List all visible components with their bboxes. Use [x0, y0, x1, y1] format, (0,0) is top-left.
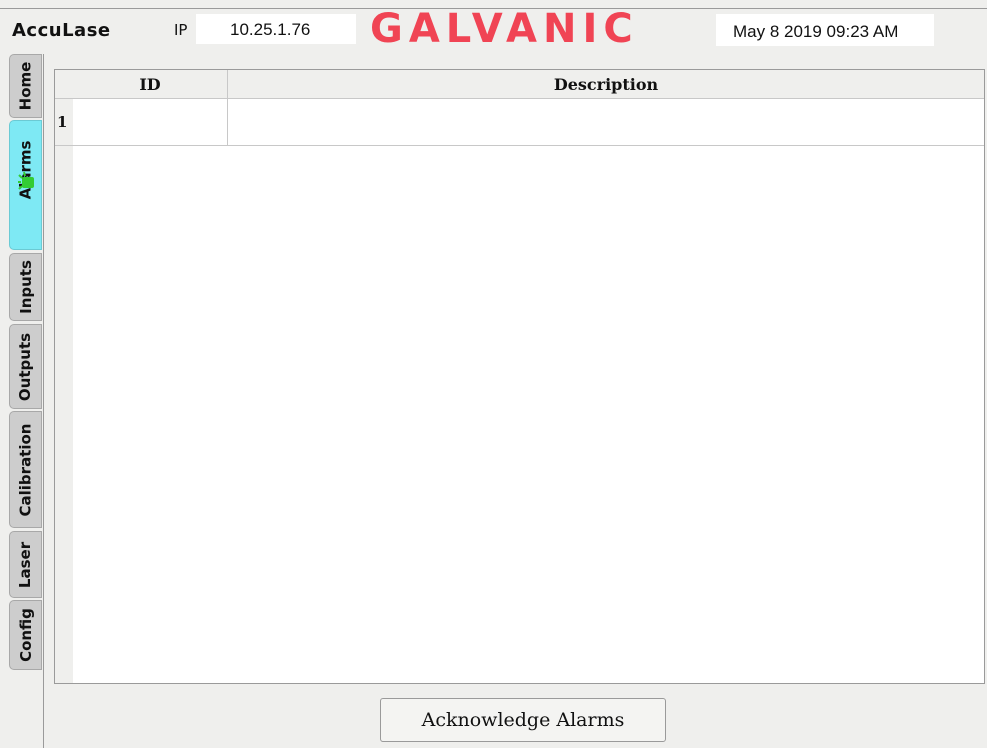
tab-rail-border [43, 54, 44, 748]
tab-home[interactable]: Home [9, 54, 42, 118]
tab-home-label: Home [16, 61, 35, 111]
tab-calibration-label: Calibration [16, 423, 35, 516]
brand-logo: GALVANIC [370, 6, 639, 52]
table-corner [55, 70, 73, 99]
table-cell-id[interactable] [73, 99, 228, 146]
alarms-table: ID Description 1 [54, 69, 985, 684]
tab-config-label: Config [16, 608, 35, 662]
app-name: AccuLase [12, 20, 111, 41]
tab-calibration[interactable]: Calibration [9, 411, 42, 528]
tab-laser-label: Laser [16, 541, 35, 588]
row-header-column [55, 70, 73, 683]
header-bar: AccuLase IP 10.25.1.76 GALVANIC May 8 20… [0, 0, 987, 52]
tab-laser[interactable]: Laser [9, 531, 42, 598]
acknowledge-alarms-button[interactable]: Acknowledge Alarms [380, 698, 666, 742]
row-number: 1 [55, 99, 73, 146]
tab-inputs[interactable]: Inputs [9, 253, 42, 321]
column-header-id[interactable]: ID [73, 70, 228, 99]
table-cell-description[interactable] [228, 99, 984, 146]
datetime-display: May 8 2019 09:23 AM [716, 14, 934, 46]
alarm-indicator-icon [18, 171, 34, 190]
tab-outputs[interactable]: Outputs [9, 324, 42, 409]
tab-outputs-label: Outputs [16, 332, 35, 401]
ip-label: IP [174, 21, 188, 39]
tab-inputs-label: Inputs [16, 260, 35, 314]
tab-rail: Home Alarms Inputs Outputs Calibration L… [0, 54, 45, 748]
ip-address-field: 10.25.1.76 [196, 14, 356, 44]
tab-config[interactable]: Config [9, 600, 42, 670]
column-header-description[interactable]: Description [228, 70, 984, 99]
